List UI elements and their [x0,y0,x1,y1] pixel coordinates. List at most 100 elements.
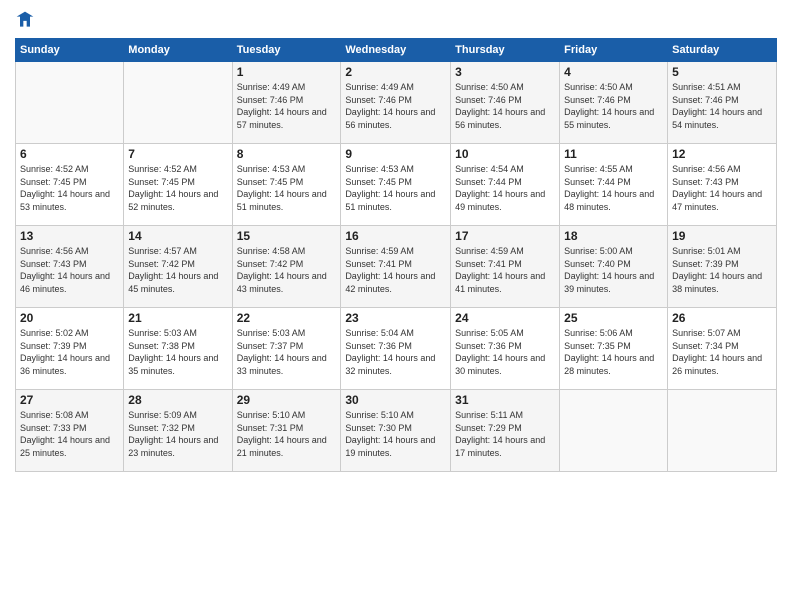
day-number: 30 [345,393,446,407]
col-tuesday: Tuesday [232,39,341,62]
day-info: Sunrise: 5:10 AMSunset: 7:30 PMDaylight:… [345,409,446,459]
day-info: Sunrise: 4:49 AMSunset: 7:46 PMDaylight:… [237,81,337,131]
day-number: 28 [128,393,227,407]
calendar-cell: 30 Sunrise: 5:10 AMSunset: 7:30 PMDayligh… [341,390,451,472]
calendar-page: Sunday Monday Tuesday Wednesday Thursday… [0,0,792,612]
day-info: Sunrise: 4:52 AMSunset: 7:45 PMDaylight:… [20,163,119,213]
day-info: Sunrise: 4:59 AMSunset: 7:41 PMDaylight:… [345,245,446,295]
day-number: 7 [128,147,227,161]
calendar-cell: 31 Sunrise: 5:11 AMSunset: 7:29 PMDayligh… [451,390,560,472]
calendar-cell: 10 Sunrise: 4:54 AMSunset: 7:44 PMDayligh… [451,144,560,226]
calendar-cell: 20Sunrise: 5:02 AMSunset: 7:39 PMDayligh… [16,308,124,390]
day-info: Sunrise: 5:00 AMSunset: 7:40 PMDaylight:… [564,245,663,295]
day-info: Sunrise: 4:52 AMSunset: 7:45 PMDaylight:… [128,163,227,213]
day-number: 22 [237,311,337,325]
calendar-header: Sunday Monday Tuesday Wednesday Thursday… [16,39,777,62]
col-friday: Friday [560,39,668,62]
calendar-cell: 2 Sunrise: 4:49 AMSunset: 7:46 PMDaylight… [341,62,451,144]
day-number: 15 [237,229,337,243]
page-header [15,10,777,30]
calendar-body: 1Sunrise: 4:49 AMSunset: 7:46 PMDaylight… [16,62,777,472]
day-number: 29 [237,393,337,407]
day-number: 23 [345,311,446,325]
calendar-cell: 18 Sunrise: 5:00 AMSunset: 7:40 PMDayligh… [560,226,668,308]
day-number: 24 [455,311,555,325]
day-info: Sunrise: 5:01 AMSunset: 7:39 PMDaylight:… [672,245,772,295]
calendar-cell: 21 Sunrise: 5:03 AMSunset: 7:38 PMDayligh… [124,308,232,390]
calendar-cell: 26 Sunrise: 5:07 AMSunset: 7:34 PMDayligh… [668,308,777,390]
col-wednesday: Wednesday [341,39,451,62]
weekday-row: Sunday Monday Tuesday Wednesday Thursday… [16,39,777,62]
day-number: 10 [455,147,555,161]
day-info: Sunrise: 5:02 AMSunset: 7:39 PMDaylight:… [20,327,119,377]
logo-icon [15,10,35,30]
day-info: Sunrise: 4:49 AMSunset: 7:46 PMDaylight:… [345,81,446,131]
day-number: 8 [237,147,337,161]
day-number: 3 [455,65,555,79]
day-number: 11 [564,147,663,161]
calendar-cell: 9 Sunrise: 4:53 AMSunset: 7:45 PMDaylight… [341,144,451,226]
day-number: 6 [20,147,119,161]
calendar-cell [560,390,668,472]
calendar-table: Sunday Monday Tuesday Wednesday Thursday… [15,38,777,472]
calendar-week-3: 20Sunrise: 5:02 AMSunset: 7:39 PMDayligh… [16,308,777,390]
calendar-week-4: 27 Sunrise: 5:08 AMSunset: 7:33 PMDayligh… [16,390,777,472]
calendar-cell: 1Sunrise: 4:49 AMSunset: 7:46 PMDaylight… [232,62,341,144]
calendar-cell: 24 Sunrise: 5:05 AMSunset: 7:36 PMDayligh… [451,308,560,390]
day-info: Sunrise: 5:11 AMSunset: 7:29 PMDaylight:… [455,409,555,459]
calendar-cell: 29Sunrise: 5:10 AMSunset: 7:31 PMDayligh… [232,390,341,472]
day-number: 17 [455,229,555,243]
calendar-cell: 16 Sunrise: 4:59 AMSunset: 7:41 PMDayligh… [341,226,451,308]
calendar-week-0: 1Sunrise: 4:49 AMSunset: 7:46 PMDaylight… [16,62,777,144]
day-number: 9 [345,147,446,161]
day-number: 19 [672,229,772,243]
day-number: 14 [128,229,227,243]
day-info: Sunrise: 4:51 AMSunset: 7:46 PMDaylight:… [672,81,772,131]
calendar-cell: 23Sunrise: 5:04 AMSunset: 7:36 PMDayligh… [341,308,451,390]
day-info: Sunrise: 4:56 AMSunset: 7:43 PMDaylight:… [20,245,119,295]
day-info: Sunrise: 4:53 AMSunset: 7:45 PMDaylight:… [345,163,446,213]
day-number: 21 [128,311,227,325]
col-sunday: Sunday [16,39,124,62]
day-info: Sunrise: 5:03 AMSunset: 7:38 PMDaylight:… [128,327,227,377]
day-info: Sunrise: 5:07 AMSunset: 7:34 PMDaylight:… [672,327,772,377]
calendar-cell: 25Sunrise: 5:06 AMSunset: 7:35 PMDayligh… [560,308,668,390]
day-info: Sunrise: 5:09 AMSunset: 7:32 PMDaylight:… [128,409,227,459]
day-number: 2 [345,65,446,79]
day-info: Sunrise: 5:08 AMSunset: 7:33 PMDaylight:… [20,409,119,459]
day-info: Sunrise: 4:54 AMSunset: 7:44 PMDaylight:… [455,163,555,213]
day-number: 18 [564,229,663,243]
calendar-cell: 12Sunrise: 4:56 AMSunset: 7:43 PMDayligh… [668,144,777,226]
day-info: Sunrise: 4:55 AMSunset: 7:44 PMDaylight:… [564,163,663,213]
day-info: Sunrise: 4:50 AMSunset: 7:46 PMDaylight:… [564,81,663,131]
calendar-cell: 5 Sunrise: 4:51 AMSunset: 7:46 PMDaylight… [668,62,777,144]
calendar-week-1: 6 Sunrise: 4:52 AMSunset: 7:45 PMDaylight… [16,144,777,226]
day-number: 31 [455,393,555,407]
day-info: Sunrise: 4:58 AMSunset: 7:42 PMDaylight:… [237,245,337,295]
day-number: 13 [20,229,119,243]
calendar-cell: 7 Sunrise: 4:52 AMSunset: 7:45 PMDaylight… [124,144,232,226]
col-monday: Monday [124,39,232,62]
day-info: Sunrise: 4:53 AMSunset: 7:45 PMDaylight:… [237,163,337,213]
calendar-cell [124,62,232,144]
day-info: Sunrise: 4:50 AMSunset: 7:46 PMDaylight:… [455,81,555,131]
day-number: 26 [672,311,772,325]
calendar-cell [16,62,124,144]
day-info: Sunrise: 5:05 AMSunset: 7:36 PMDaylight:… [455,327,555,377]
calendar-cell: 11 Sunrise: 4:55 AMSunset: 7:44 PMDayligh… [560,144,668,226]
day-number: 16 [345,229,446,243]
calendar-cell: 28 Sunrise: 5:09 AMSunset: 7:32 PMDayligh… [124,390,232,472]
day-info: Sunrise: 4:59 AMSunset: 7:41 PMDaylight:… [455,245,555,295]
day-number: 4 [564,65,663,79]
calendar-week-2: 13 Sunrise: 4:56 AMSunset: 7:43 PMDayligh… [16,226,777,308]
calendar-cell: 13 Sunrise: 4:56 AMSunset: 7:43 PMDayligh… [16,226,124,308]
calendar-cell: 8 Sunrise: 4:53 AMSunset: 7:45 PMDaylight… [232,144,341,226]
day-info: Sunrise: 4:57 AMSunset: 7:42 PMDaylight:… [128,245,227,295]
day-number: 5 [672,65,772,79]
col-saturday: Saturday [668,39,777,62]
day-info: Sunrise: 5:03 AMSunset: 7:37 PMDaylight:… [237,327,337,377]
day-number: 27 [20,393,119,407]
day-info: Sunrise: 4:56 AMSunset: 7:43 PMDaylight:… [672,163,772,213]
calendar-cell: 27 Sunrise: 5:08 AMSunset: 7:33 PMDayligh… [16,390,124,472]
logo [15,10,39,30]
